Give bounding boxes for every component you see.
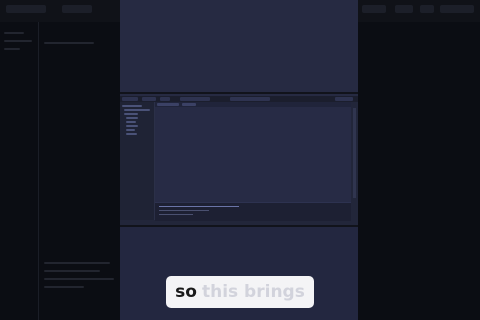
code-editor <box>155 107 351 202</box>
ide-toolbar-item <box>180 97 210 101</box>
ide-toolbar-item <box>230 97 270 101</box>
background-code-line <box>44 262 110 264</box>
ide-screenshot <box>120 96 358 226</box>
ide-toolbar-item <box>160 97 170 101</box>
tree-item <box>126 117 138 119</box>
terminal-line <box>159 214 193 215</box>
tree-item <box>124 109 150 111</box>
background-code-line <box>44 42 94 44</box>
terminal-panel <box>155 202 351 221</box>
background-code-line <box>4 40 32 42</box>
background-tab <box>362 5 386 13</box>
tree-item <box>126 125 138 127</box>
background-tab <box>6 5 46 13</box>
video-divider <box>120 92 358 94</box>
ide-file-tree <box>120 102 155 220</box>
background-code-line <box>4 32 24 34</box>
background-ide-right <box>358 22 480 320</box>
video-top-area <box>120 0 358 92</box>
background-tab <box>395 5 413 13</box>
caption-spoken-word: so <box>175 282 197 302</box>
background-tab <box>62 5 92 13</box>
terminal-line <box>159 206 239 207</box>
tree-item <box>126 129 135 131</box>
background-ide-left <box>0 22 120 320</box>
editor-tab <box>182 103 196 106</box>
tree-item <box>126 133 137 135</box>
background-tab <box>440 5 474 13</box>
ide-toolbar-item <box>122 97 138 101</box>
video-panel <box>120 0 358 320</box>
terminal-line <box>159 210 209 211</box>
tree-item <box>124 113 138 115</box>
ide-toolbar-item <box>142 97 156 101</box>
background-code-line <box>44 278 114 280</box>
tree-item <box>122 105 142 107</box>
editor-scrollbar <box>353 108 356 198</box>
tree-item <box>126 121 136 123</box>
background-tab <box>420 5 434 13</box>
background-code-line <box>4 48 20 50</box>
background-divider <box>38 22 39 320</box>
caption-upcoming-words: this brings <box>201 282 305 302</box>
ide-toolbar-item <box>335 97 353 101</box>
background-code-line <box>44 286 84 288</box>
editor-tab <box>157 103 179 106</box>
background-code-line <box>44 270 100 272</box>
subtitle-caption: so this brings <box>166 276 314 308</box>
